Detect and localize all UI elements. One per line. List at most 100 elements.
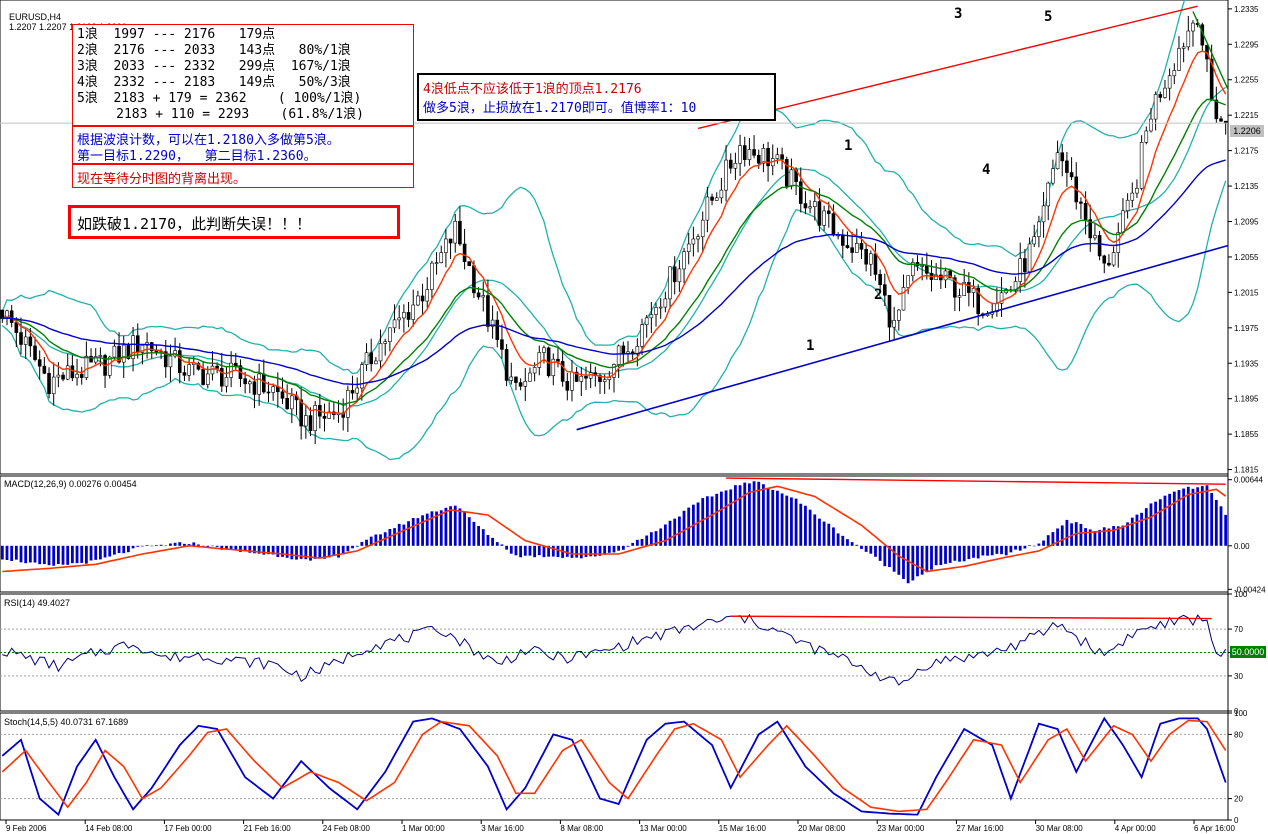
candle-body [1177, 48, 1181, 71]
macd-label: MACD(12,26,9) 0.00276 0.00454 [4, 479, 137, 489]
macd-bar [355, 545, 359, 547]
candle-body [201, 368, 205, 385]
candle-body [822, 210, 826, 226]
macd-bar [136, 545, 140, 547]
candle-body [467, 261, 472, 266]
note-box: 4浪低点不应该低于1浪的顶点1.2176 做多5浪，止损放在1.2170即可。值… [417, 73, 776, 121]
macd-bar [640, 539, 644, 546]
wave-row: 3浪 2033 --- 2332 299点 167%/1浪 [77, 59, 351, 74]
macd-bar [930, 545, 933, 570]
macd-bar [276, 545, 280, 557]
macd-bar [416, 518, 420, 546]
macd-bar [635, 539, 639, 546]
candle-body [416, 295, 420, 306]
wait-text: 现在等待分时图的背离出现。 [77, 172, 247, 187]
candle-body [402, 312, 406, 319]
x-tick-label: 17 Feb 00:00 [164, 824, 212, 833]
macd-bar [860, 545, 863, 549]
candle-body [570, 371, 574, 391]
candle-body [640, 324, 644, 347]
macd-bar [878, 545, 882, 561]
candle-body [33, 345, 37, 360]
macd-bar [1060, 525, 1064, 546]
candle-body [1093, 235, 1097, 239]
stoch-y-tick-label: 20 [1234, 795, 1243, 804]
macd-bar [841, 535, 845, 546]
candle-body [378, 343, 383, 362]
macd-bar [285, 545, 289, 558]
macd-bar [1037, 543, 1041, 546]
macd-bar [1000, 545, 1003, 555]
candle-body [710, 196, 714, 201]
candle-body [724, 159, 728, 191]
main-y-tick-label: 1.2015 [1234, 288, 1259, 297]
macd-bar [1130, 517, 1134, 546]
macd-bar [607, 545, 611, 553]
candle-body [61, 374, 65, 380]
macd-bar [1121, 525, 1125, 546]
macd-bar [864, 545, 868, 552]
macd-bar [822, 521, 826, 546]
macd-bar [762, 484, 765, 546]
candle-body [621, 345, 626, 354]
wave-row: 2183 + 110 = 2293 (61.8%/1浪) [77, 107, 364, 122]
main-y-tick-label: 1.1815 [1234, 466, 1259, 475]
candle-body [1111, 252, 1116, 266]
candle-body [1065, 160, 1069, 173]
macd-bar [42, 545, 46, 565]
candle-body [509, 376, 514, 381]
candle-body [285, 398, 289, 410]
candle-body [719, 189, 724, 199]
macd-bar [509, 545, 513, 554]
macd-bar [719, 491, 723, 546]
candle-body [1158, 94, 1163, 98]
candle-body [514, 376, 518, 383]
candle-body [869, 253, 873, 265]
macd-bar [869, 545, 873, 554]
macd-bar [626, 545, 630, 547]
candle-body [826, 210, 831, 214]
macd-bar [804, 505, 807, 546]
candle-body [205, 373, 210, 385]
macd-bar [953, 545, 957, 561]
candle-body [448, 238, 453, 244]
candle-body [411, 304, 416, 320]
candle-body [808, 206, 812, 209]
rsi-level-tag: 50.0000 [1230, 646, 1266, 658]
macd-bar [565, 545, 569, 557]
macd-bar [1219, 506, 1223, 546]
macd-bar [645, 535, 649, 546]
macd-bar [402, 524, 406, 546]
macd-bar [1154, 501, 1158, 546]
macd-bar [430, 511, 434, 546]
candle-body [229, 362, 233, 378]
macd-bar [351, 545, 354, 549]
macd-bar [673, 518, 677, 546]
macd-bar [738, 485, 742, 546]
macd-bar [449, 506, 452, 546]
macd-bar [1009, 545, 1013, 553]
macd-bar [733, 485, 737, 546]
rsi-y-tick-label: 70 [1234, 625, 1243, 634]
candle-body [1135, 188, 1139, 194]
macd-bar [393, 528, 396, 546]
candle-body [854, 243, 859, 253]
candle-body [1097, 235, 1102, 257]
macd-bar [505, 545, 509, 550]
candle-body [864, 248, 868, 265]
macd-bar [808, 509, 812, 546]
macd-bar [1093, 531, 1097, 546]
wave-label-4: 4 [982, 162, 991, 178]
macd-bar [1018, 545, 1022, 551]
macd-bar [407, 521, 410, 546]
candle-body [89, 355, 93, 363]
x-tick-label: 20 Mar 08:00 [798, 824, 846, 833]
wait-box: 现在等待分时图的背离出现。 [72, 164, 414, 188]
candle-body [556, 358, 560, 362]
macd-bar [1112, 526, 1116, 546]
macd-bar [771, 489, 775, 546]
macd-bar [519, 545, 523, 558]
candle-body [1116, 232, 1121, 253]
macd-bar [75, 545, 79, 564]
macd-bar [743, 482, 747, 546]
